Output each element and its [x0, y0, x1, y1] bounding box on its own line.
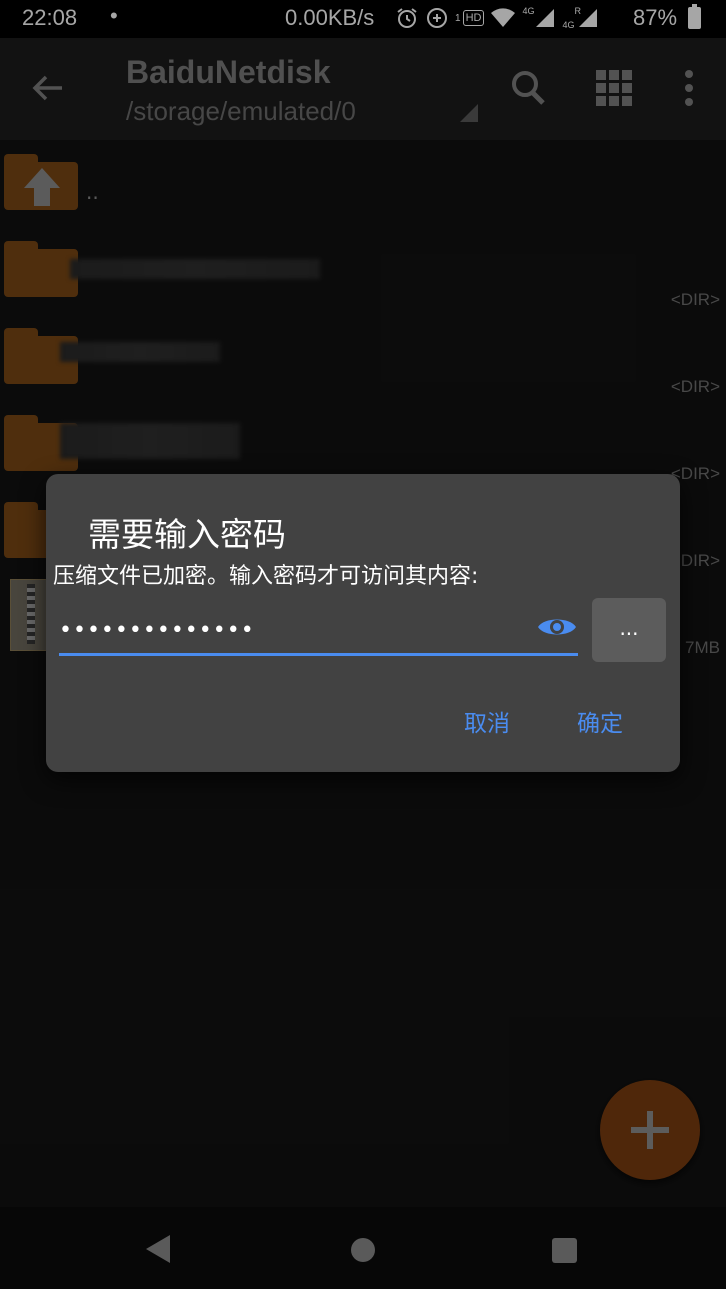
- cancel-button[interactable]: 取消: [464, 704, 510, 738]
- password-dialog: 需要输入密码 压缩文件已加密。输入密码才可访问其内容: ... 取消 确定: [46, 474, 680, 772]
- password-options-button[interactable]: ...: [592, 598, 666, 662]
- screen: 22:08 • 0.00KB/s 1 HD 4G 4G R 87% BaiduN…: [0, 0, 726, 1289]
- show-password-eye-icon[interactable]: [536, 612, 578, 642]
- ok-button[interactable]: 确定: [577, 704, 623, 738]
- dialog-message: 压缩文件已加密。输入密码才可访问其内容:: [53, 564, 479, 589]
- password-input[interactable]: [59, 608, 578, 656]
- dialog-title: 需要输入密码: [88, 515, 286, 554]
